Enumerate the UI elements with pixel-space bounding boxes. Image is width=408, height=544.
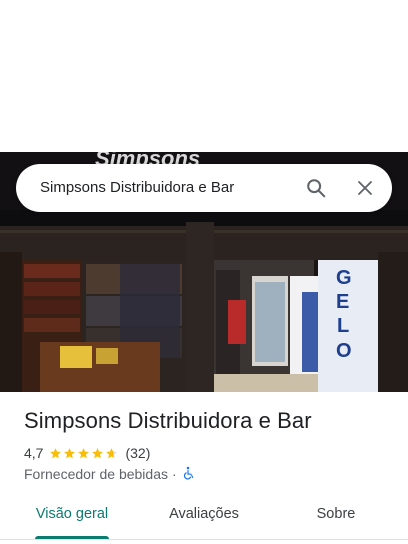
search-input[interactable]: Simpsons Distribuidora e Bar (40, 164, 234, 212)
wheelchair-icon (181, 466, 195, 483)
search-bar[interactable]: Simpsons Distribuidora e Bar (16, 164, 392, 212)
star-icon (64, 447, 76, 458)
search-icon[interactable] (300, 172, 332, 204)
rating-value: 4,7 (24, 445, 44, 461)
category-row: Fornecedor de bebidas · (24, 465, 195, 483)
separator-dot: · (172, 466, 177, 482)
tab-reviews[interactable]: Avaliações (154, 496, 254, 532)
rating-row[interactable]: 4,7 (32) (24, 444, 150, 462)
gelo-sign-letters: G (336, 267, 352, 289)
map-blank-area (0, 0, 408, 152)
place-category: Fornecedor de bebidas (24, 466, 168, 482)
close-icon[interactable] (349, 172, 381, 204)
tab-about[interactable]: Sobre (300, 496, 372, 532)
tab-overview[interactable]: Visão geral (24, 496, 120, 532)
star-icon (50, 447, 62, 458)
star-icon (92, 447, 104, 458)
star-rating (49, 447, 119, 460)
place-tabs: Visão geral Avaliações Sobre (0, 496, 408, 544)
star-icon (106, 447, 118, 458)
review-count[interactable]: (32) (125, 445, 150, 461)
svg-text:L: L (337, 315, 349, 337)
star-icon (78, 447, 90, 458)
place-title: Simpsons Distribuidora e Bar (24, 408, 312, 433)
svg-text:E: E (336, 291, 349, 313)
svg-text:O: O (336, 340, 352, 362)
tabs-divider (0, 539, 408, 540)
